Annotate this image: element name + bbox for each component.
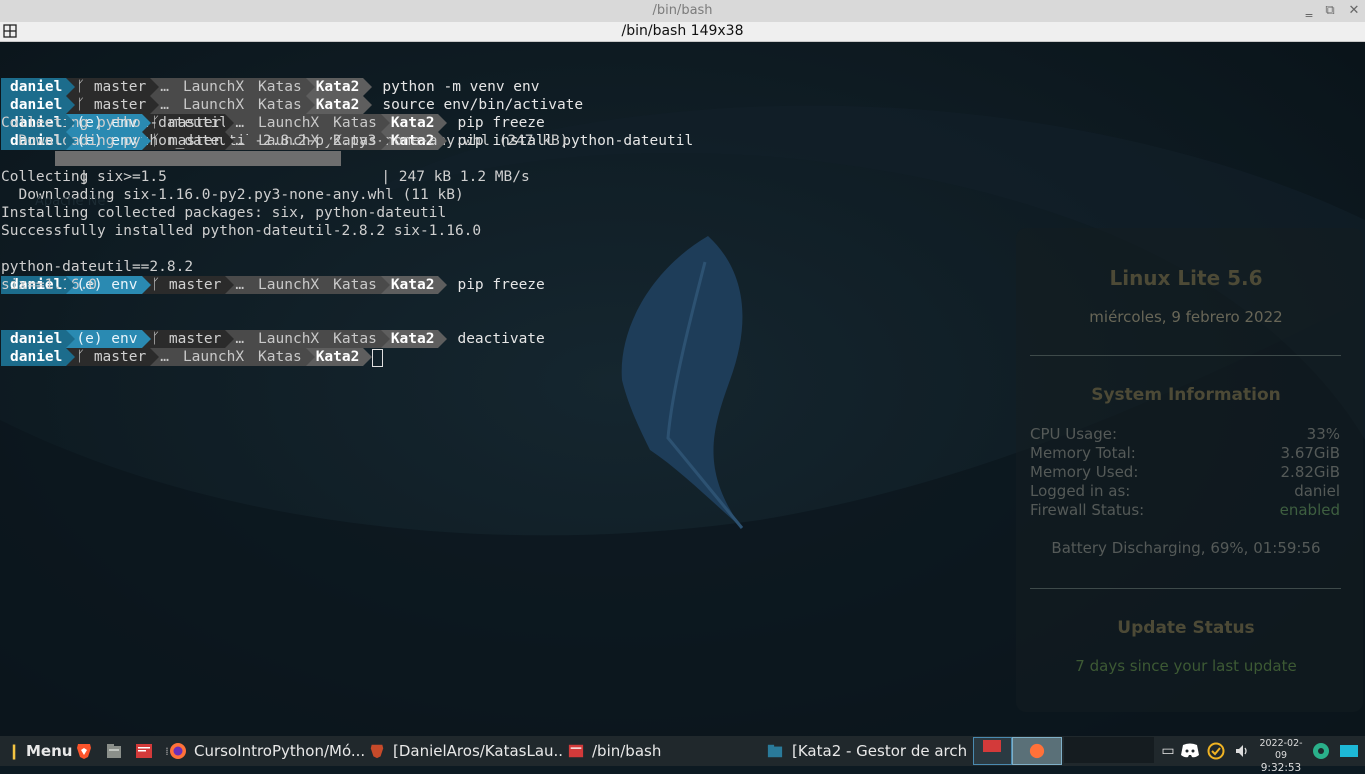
brave-browser-icon[interactable] [74,741,94,761]
output-line: six==1.16.0 [1,277,98,293]
row-label: Logged in as: [1030,482,1131,500]
prompt-line: daniel (e) env ᚴ master … LaunchX Katas … [1,294,545,348]
tab-title[interactable]: /bin/bash 149x38 [0,23,1365,39]
date-label: miércoles, 9 febrero 2022 [1089,308,1283,326]
task-file-manager[interactable]: [Kata2 - Gestor de arch... [792,736,967,766]
window-title-bar[interactable]: /bin/bash ‗ ⧉ ✕ [0,0,1365,22]
file-manager-icon[interactable] [104,741,124,761]
row-label: CPU Usage: [1030,425,1118,443]
sysinfo-row: Memory Total: 3.67GiB [1030,444,1340,462]
output-line: Downloading python_dateutil-2.8.2-py2.py… [1,133,569,149]
update-status: 7 days since your last update [1075,657,1297,675]
menu-icon[interactable]: ❙ [4,741,24,761]
divider [1030,355,1341,356]
distro-title: Linux Lite 5.6 [1109,266,1263,290]
firefox-thumb-icon [1029,743,1045,759]
workspace-1[interactable] [973,737,1012,765]
firefox-icon [168,741,188,761]
prompt-line: daniel ᚴ master … LaunchX Katas Kata2 so… [1,60,583,114]
progress-fill [55,151,341,166]
output-line: Collecting python-dateutil [1,115,228,131]
active-prompt-line[interactable]: daniel ᚴ master … LaunchX Katas Kata2 [1,312,384,367]
sysinfo-row: Logged in as: daniel [1030,482,1340,500]
clock-time: 9:32:53 [1260,762,1302,774]
volume-icon[interactable] [1232,741,1252,761]
prompt-dir-segment: LaunchX [172,348,258,366]
prompt-dir-segment: LaunchX [248,276,333,294]
prompt-line: daniel (e) env ᚴ master … LaunchX Katas … [1,240,545,294]
clock-date: 2022-02-09 [1259,738,1303,761]
prompt-line: daniel ᚴ master … LaunchX Katas Kata2 py… [1,42,540,96]
terminal-task-icon [566,741,586,761]
workspace-2[interactable] [1012,737,1062,765]
desktop-icon-label: Apache Ne [35,194,106,209]
row-value: daniel [1294,482,1340,500]
prompt-line: daniel (e) env ᚴ master … LaunchX Katas … [1,96,693,150]
terminal-tab-bar: /bin/bash 149x38 [0,22,1365,42]
row-label: Firewall Status: [1030,501,1145,519]
task-terminal[interactable]: /bin/bash [592,736,757,766]
task-firefox[interactable]: CursoIntroPython/Mó... [194,736,364,766]
prompt-branch-segment: ᚴ master [141,276,235,294]
row-value: 2.82GiB [1280,463,1340,481]
sysinfo-heading: System Information [1091,385,1281,405]
discord-icon[interactable] [1180,741,1200,761]
progress-right: | 247 kB 1.2 MB/s [381,169,530,185]
maximize-button[interactable]: ⧉ [1321,2,1339,20]
battery-status: Battery Discharging, 69%, 01:59:56 [1051,539,1321,557]
text-cursor[interactable] [372,349,384,367]
sysinfo-row: Memory Used: 2.82GiB [1030,463,1340,481]
command-text: pip freeze [457,277,545,293]
workspace-3[interactable] [1064,737,1154,763]
row-label: Memory Used: [1030,463,1139,481]
row-value: enabled [1279,501,1340,519]
close-button[interactable]: ✕ [1345,2,1363,20]
taskbar: ❙ Menu ⁞ CursoIntroPython/Mó... [DanielA… [0,736,1365,774]
terminal-thumb-icon [983,740,1001,752]
sysinfo-row: CPU Usage: 33% [1030,425,1340,443]
display-icon[interactable]: ▭ [1158,741,1178,761]
show-desktop-icon[interactable] [1339,741,1359,761]
prompt-branch-segment: ᚴ master [66,348,159,366]
window-title: /bin/bash [652,3,713,18]
command-text: deactivate [457,331,545,347]
row-label: Memory Total: [1030,444,1136,462]
output-line: Successfully installed python-dateutil-2… [1,223,482,239]
output-line: python-dateutil==2.8.2 [1,259,194,275]
system-info-panel: Linux Lite 5.6 miércoles, 9 febrero 2022… [1016,228,1363,712]
clock[interactable]: 2022-02-09 9:32:53 [1254,738,1308,774]
brave-task-icon [367,741,387,761]
prompt-line: daniel (e) env ᚴ master … LaunchX Katas … [1,78,545,132]
menu-button[interactable]: Menu [26,736,72,766]
update-notifier-icon[interactable] [1206,741,1226,761]
sysinfo-row: Firewall Status: enabled [1030,501,1340,519]
task-brave[interactable]: [DanielAros/KatasLau... [393,736,563,766]
row-value: 3.67GiB [1280,444,1340,462]
output-line: Collecting six>=1.5 [1,169,167,185]
prompt-user-segment: daniel [1,348,76,366]
row-value: 33% [1306,425,1340,443]
network-icon[interactable] [1311,741,1331,761]
minimize-button[interactable]: ‗ [1300,2,1318,20]
folder-task-icon [765,741,785,761]
update-heading: Update Status [1117,618,1255,638]
divider [1030,588,1341,589]
terminal-app-icon[interactable] [134,741,154,761]
